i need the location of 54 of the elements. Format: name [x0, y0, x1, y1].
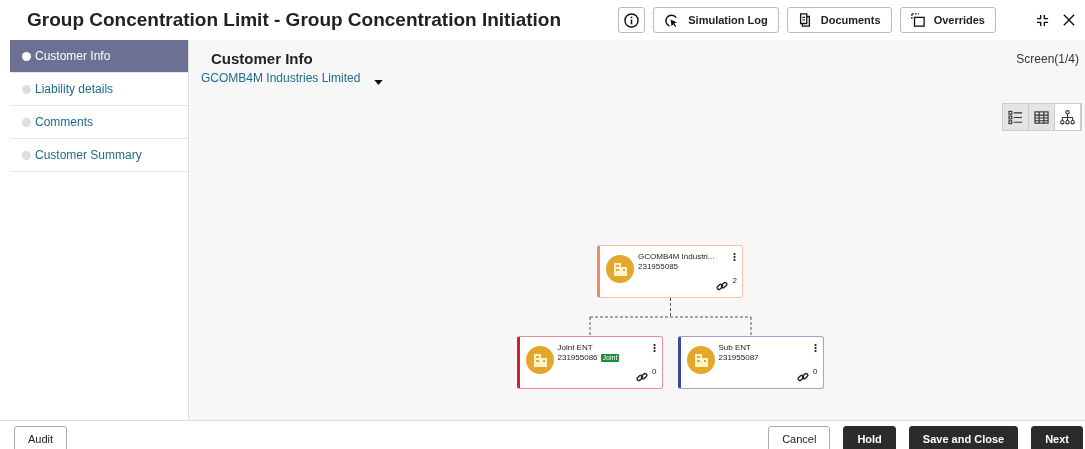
step-dot: [22, 51, 31, 61]
customer-id: 231955086: [557, 353, 598, 362]
toolbar-button[interactable]: Simulation Log: [653, 7, 779, 33]
overrides-icon: [910, 13, 925, 27]
entity-name: GCOMB4M Industri...: [638, 252, 715, 261]
entity-name: Sub ENT: [718, 343, 752, 352]
link-icon: [635, 371, 648, 383]
entity-name: Joint ENT: [557, 343, 594, 352]
screen-indicator: Screen(1/4): [1016, 51, 1079, 66]
toolbar-button[interactable]: Documents: [786, 7, 892, 33]
footer-button[interactable]: Cancel: [768, 426, 831, 449]
step-item[interactable]: Comments: [10, 106, 188, 139]
step-dot: [22, 84, 31, 94]
entity-card[interactable]: GCOMB4M Industri... 231955085 2: [597, 245, 743, 298]
close-icon[interactable]: [1063, 14, 1075, 26]
more-options-icon[interactable]: [652, 343, 656, 353]
section-title: Customer Info: [211, 50, 313, 67]
entity-card[interactable]: Sub ENT 231955087 0: [677, 336, 824, 389]
building-icon: [686, 346, 715, 374]
toolbar-button[interactable]: Overrides: [899, 7, 996, 33]
link-count: 0: [813, 367, 818, 376]
page-title: Group Concentration Limit - Group Concentration Initiation: [27, 9, 563, 31]
minimize-icon[interactable]: [1036, 13, 1049, 27]
more-options-icon[interactable]: [733, 252, 736, 262]
building-icon: [606, 255, 634, 283]
customer-id: 231955085: [638, 262, 679, 271]
more-options-icon[interactable]: [813, 343, 817, 353]
view-toggle[interactable]: [1029, 104, 1055, 130]
document-icon: [797, 13, 812, 27]
link-icon: [796, 371, 809, 383]
step-dot: [22, 117, 31, 127]
link-count: 0: [652, 367, 657, 376]
link-count: 2: [732, 276, 737, 285]
step-item[interactable]: Liability details: [10, 73, 188, 106]
footer-button[interactable]: Hold: [843, 426, 896, 449]
footer-button[interactable]: Next: [1031, 426, 1083, 449]
hierarchy-icon: [1060, 109, 1075, 125]
view-toggle[interactable]: [1055, 104, 1081, 130]
cursor-click-icon: [664, 12, 680, 28]
info-icon: [624, 12, 640, 28]
table-icon: [1034, 109, 1049, 125]
view-toggle[interactable]: [1003, 104, 1029, 130]
step-item[interactable]: Customer Info: [10, 40, 188, 73]
building-icon: [525, 346, 554, 374]
customer-id: 231955087: [718, 353, 759, 362]
link-icon: [716, 280, 728, 292]
caret-icon: [374, 80, 384, 85]
info-button[interactable]: [618, 7, 646, 33]
step-item[interactable]: Customer Summary: [10, 139, 188, 172]
customer-dropdown[interactable]: GCOMB4M Industries Limited: [201, 71, 384, 85]
footer-button[interactable]: Save and Close: [908, 426, 1019, 449]
list-icon: [1008, 109, 1023, 125]
step-dot: [22, 150, 31, 160]
audit-button[interactable]: Audit: [14, 426, 68, 449]
